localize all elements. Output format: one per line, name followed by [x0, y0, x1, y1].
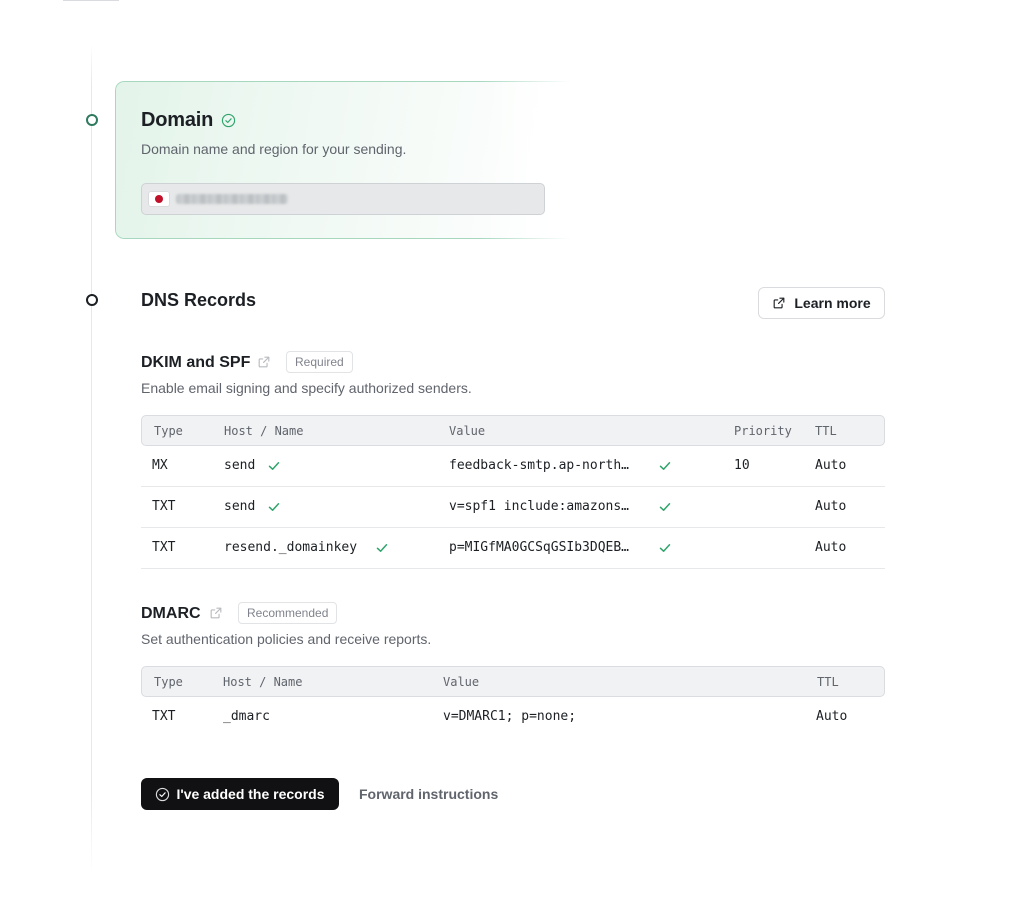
dkim-spf-table: Type Host / Name Value Priority TTL MX s… — [141, 415, 885, 569]
record-value[interactable]: feedback-smtp.ap-north… — [449, 458, 645, 473]
column-header: Value — [449, 424, 486, 438]
record-type: TXT — [152, 499, 176, 514]
record-host[interactable]: send — [224, 458, 255, 473]
step-marker-dns — [86, 294, 98, 306]
record-host[interactable]: resend._domainkey — [224, 540, 357, 555]
record-type: TXT — [152, 709, 176, 724]
column-header: Type — [154, 675, 183, 689]
table-row: TXT _dmarc v=DMARC1; p=none; Auto — [141, 697, 885, 738]
external-link-icon[interactable] — [257, 355, 271, 369]
record-type: TXT — [152, 540, 176, 555]
record-type: MX — [152, 458, 168, 473]
table-header: Type Host / Name Value TTL — [141, 666, 885, 697]
forward-instructions-button[interactable]: Forward instructions — [359, 786, 498, 802]
timeline-line — [91, 44, 92, 874]
column-header: Host / Name — [223, 675, 303, 689]
column-header: TTL — [817, 675, 839, 689]
learn-more-button[interactable]: Learn more — [758, 287, 885, 319]
external-link-icon — [773, 297, 785, 309]
column-header: Value — [443, 675, 480, 689]
required-badge: Required — [286, 351, 353, 373]
check-icon — [659, 503, 671, 511]
dmarc-table: Type Host / Name Value TTL TXT _dmarc v=… — [141, 666, 885, 738]
domain-card — [115, 81, 571, 239]
check-icon — [659, 544, 671, 552]
record-value[interactable]: v=DMARC1; p=none; — [443, 709, 576, 724]
learn-more-label: Learn more — [794, 295, 871, 311]
check-icon — [268, 503, 280, 511]
table-row: MX send feedback-smtp.ap-north… 10 Auto — [141, 446, 885, 487]
records-added-button[interactable]: I've added the records — [141, 778, 339, 810]
check-circle-icon — [156, 787, 170, 801]
record-value[interactable]: v=spf1 include:amazons… — [449, 499, 645, 514]
external-link-icon[interactable] — [209, 606, 223, 620]
records-added-label: I've added the records — [176, 786, 325, 802]
dns-records-title: DNS Records — [141, 290, 257, 310]
record-ttl: Auto — [815, 540, 847, 555]
record-host[interactable]: send — [224, 499, 255, 514]
redacted-domain-name — [176, 194, 288, 204]
step-marker-domain — [86, 114, 98, 126]
record-ttl: Auto — [816, 709, 848, 724]
recommended-badge: Recommended — [238, 602, 338, 624]
check-icon — [659, 462, 671, 470]
dmarc-heading: DMARC — [141, 605, 201, 622]
check-icon — [268, 462, 280, 470]
table-row: TXT send v=spf1 include:amazons… Auto — [141, 487, 885, 528]
column-header: Priority — [734, 424, 792, 438]
table-header: Type Host / Name Value Priority TTL — [141, 415, 885, 446]
record-priority: 10 — [734, 458, 750, 473]
top-tab-indicator — [63, 0, 119, 1]
record-value[interactable]: p=MIGfMA0GCSqGSIb3DQEB… — [449, 540, 645, 555]
japan-flag-icon — [148, 191, 170, 207]
dkim-spf-heading: DKIM and SPF — [141, 354, 251, 371]
record-ttl: Auto — [815, 499, 847, 514]
dmarc-description: Set authentication policies and receive … — [141, 631, 432, 647]
check-icon — [376, 544, 388, 552]
table-row: TXT resend._domainkey p=MIGfMA0GCSqGSIb3… — [141, 528, 885, 569]
domain-subtitle: Domain name and region for your sending. — [141, 141, 407, 157]
record-ttl: Auto — [815, 458, 847, 473]
check-circle-icon — [221, 113, 236, 128]
column-header: Host / Name — [224, 424, 304, 438]
record-host[interactable]: _dmarc — [223, 709, 270, 724]
column-header: TTL — [815, 424, 837, 438]
column-header: Type — [154, 424, 183, 438]
dkim-spf-description: Enable email signing and specify authori… — [141, 380, 472, 396]
domain-title: Domain — [141, 109, 214, 131]
